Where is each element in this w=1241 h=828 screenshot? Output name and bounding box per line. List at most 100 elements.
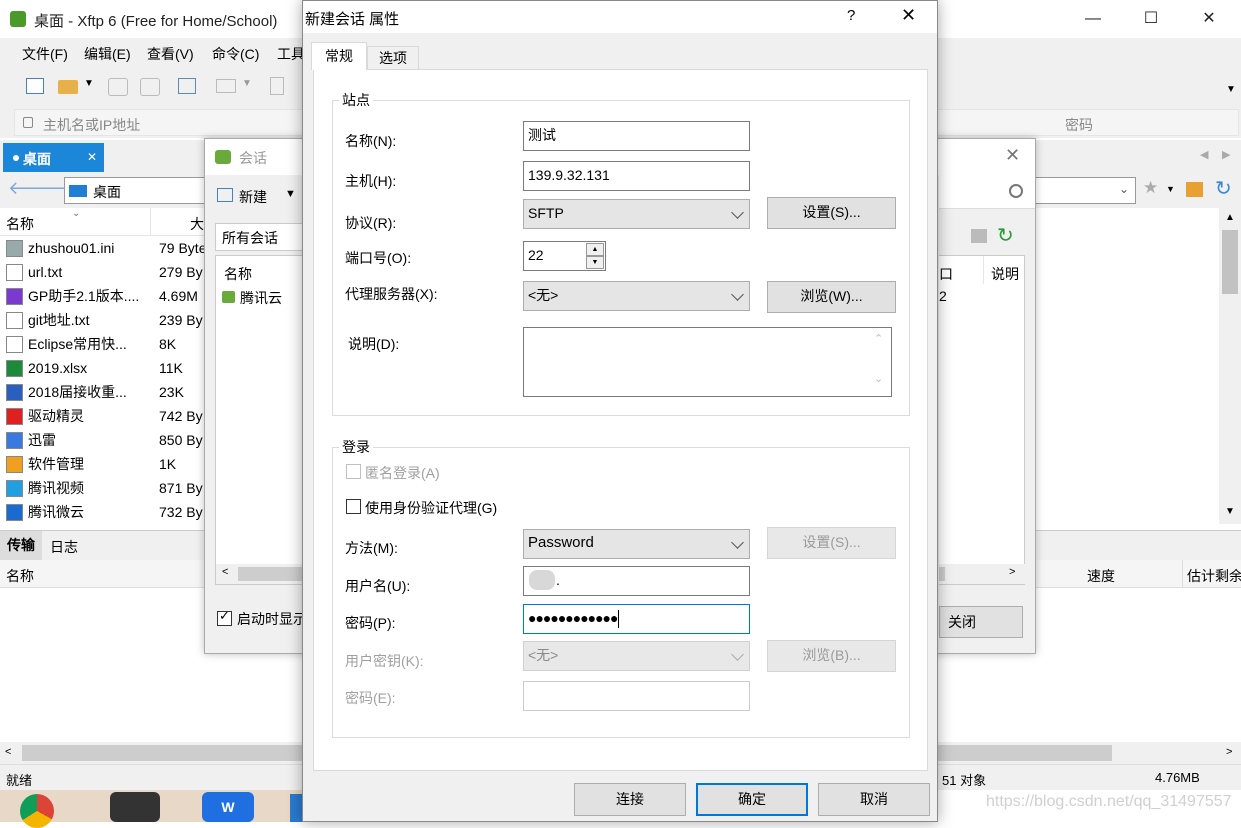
home-icon[interactable] — [1186, 182, 1203, 197]
user-key-select[interactable]: <无> — [523, 641, 750, 671]
open-dropdown-icon[interactable]: ▼ — [84, 78, 94, 89]
description-textarea[interactable]: ⌃ ⌄ — [523, 327, 892, 397]
session-settings-icon[interactable] — [178, 78, 196, 94]
help-button[interactable]: ? — [847, 7, 855, 24]
method-select[interactable]: Password — [523, 529, 750, 559]
maximize-button[interactable]: ☐ — [1128, 0, 1174, 37]
local-path-combo[interactable]: 桌面 — [64, 177, 209, 204]
tab-scroll-left-icon[interactable]: ◀ — [1200, 148, 1208, 161]
cancel-button[interactable]: 取消 — [818, 783, 930, 816]
key-browse-button[interactable]: 浏览(B)... — [767, 640, 896, 672]
method-setup-button[interactable]: 设置(S)... — [767, 527, 896, 559]
session-item[interactable]: 腾讯云 — [220, 286, 304, 310]
open-folder-icon[interactable] — [58, 80, 78, 94]
session-search-box[interactable] — [939, 175, 1035, 209]
transfer-dropdown-icon[interactable]: ▼ — [242, 78, 252, 89]
transfer-col-speed[interactable]: 速度 — [1087, 566, 1115, 586]
tab-general[interactable]: 常规 — [311, 42, 367, 70]
scroll-left-icon[interactable]: < — [222, 566, 228, 578]
connect-button[interactable]: 连接 — [574, 783, 686, 816]
file-size: 239 By — [159, 312, 203, 328]
col-size-header[interactable]: 大 — [190, 214, 204, 234]
detail-col-port[interactable]: 口 — [939, 264, 953, 284]
minimize-button[interactable]: — — [1070, 0, 1116, 37]
scroll-thumb[interactable] — [238, 567, 304, 581]
refresh-icon[interactable]: ↻ — [1215, 176, 1232, 201]
scroll-right-icon[interactable]: > — [1009, 566, 1015, 578]
host-field[interactable]: 139.9.32.131 — [523, 161, 750, 191]
col-divider[interactable] — [150, 208, 151, 236]
textarea-scroll-down-icon[interactable]: ⌄ — [874, 372, 883, 385]
bookmark-dropdown-icon[interactable]: ▼ — [1166, 184, 1175, 194]
ok-button[interactable]: 确定 — [696, 783, 808, 816]
new-session-icon[interactable] — [26, 78, 44, 94]
session-refresh-icon[interactable]: ↻ — [997, 223, 1014, 248]
scroll-right-icon[interactable]: > — [1226, 746, 1232, 758]
file-icon[interactable] — [270, 77, 284, 95]
username-field[interactable]: . — [523, 566, 750, 596]
properties-close-icon[interactable]: ✕ — [901, 5, 916, 26]
session-list-hscroll[interactable]: < — [216, 564, 304, 584]
wps-shortcut-icon[interactable]: W — [202, 792, 254, 822]
session-copy-icon[interactable] — [971, 229, 987, 243]
detail-col-desc[interactable]: 说明 — [991, 264, 1019, 284]
anonymous-checkbox[interactable] — [346, 464, 361, 479]
auth-agent-checkbox[interactable] — [346, 499, 361, 514]
tab-transfer[interactable]: 传输 — [0, 531, 42, 561]
col-divider[interactable] — [1182, 560, 1183, 588]
spin-up-icon[interactable]: ▲ — [586, 243, 604, 256]
tab-close-icon[interactable]: ✕ — [87, 150, 97, 164]
detail-port-value: 2 — [939, 288, 947, 304]
transfer-col-remaining[interactable]: 估计剩余 — [1187, 566, 1241, 586]
menu-command[interactable]: 命令(C) — [212, 44, 259, 64]
startup-checkbox[interactable]: ✓ 启动时显示 — [217, 608, 307, 629]
session-close-button[interactable]: 关闭 — [939, 606, 1023, 638]
search-icon[interactable] — [1009, 184, 1023, 198]
scroll-down-icon[interactable]: ▼ — [1225, 506, 1235, 517]
tab-desktop[interactable]: 桌面 ✕ — [3, 143, 104, 172]
scroll-thumb[interactable] — [939, 567, 945, 581]
password-field[interactable]: ●●●●●●●●●●●● — [523, 604, 750, 634]
spin-down-icon[interactable]: ▼ — [586, 256, 604, 269]
remote-pane-scrollbar[interactable]: ▲ ▼ — [1219, 208, 1241, 524]
tab-scroll-right-icon[interactable]: ▶ — [1222, 148, 1230, 161]
app-shortcut-icon[interactable] — [110, 792, 160, 822]
remote-path-combo[interactable]: ⌄ — [1030, 177, 1136, 204]
col-name-header[interactable]: 名称 — [6, 214, 34, 234]
remote-path-dropdown-icon[interactable]: ⌄ — [1119, 182, 1129, 196]
name-field[interactable]: 测试 — [523, 121, 750, 151]
scroll-left-icon[interactable]: < — [5, 746, 11, 758]
all-sessions-label[interactable]: 所有会话 — [222, 228, 278, 248]
scroll-thumb[interactable] — [1222, 230, 1238, 294]
session-close-icon[interactable]: ✕ — [1005, 145, 1020, 166]
session-col-name[interactable]: 名称 — [224, 264, 252, 284]
tab-options[interactable]: 选项 — [367, 46, 419, 70]
chrome-shortcut-icon[interactable] — [20, 794, 54, 828]
close-window-button[interactable]: ✕ — [1186, 0, 1232, 37]
menu-edit[interactable]: 编辑(E) — [84, 44, 131, 64]
passphrase-field[interactable] — [523, 681, 750, 711]
new-dropdown-icon[interactable]: ▼ — [285, 188, 296, 200]
transfer-icon[interactable] — [216, 79, 236, 93]
port-spinner[interactable]: ▲ ▼ — [586, 243, 604, 269]
col-divider[interactable] — [983, 256, 984, 284]
file-size: 1K — [159, 456, 177, 472]
menu-file[interactable]: 文件(F) — [22, 44, 68, 64]
connect-icon[interactable] — [108, 78, 128, 96]
scroll-up-icon[interactable]: ▲ — [1225, 212, 1235, 223]
session-folder-icon — [222, 291, 235, 303]
protocol-setup-button[interactable]: 设置(S)... — [767, 197, 896, 229]
toolbar-overflow-icon[interactable]: ▼ — [1226, 84, 1236, 95]
disconnect-icon[interactable] — [140, 78, 160, 96]
proxy-browse-button[interactable]: 浏览(W)... — [767, 281, 896, 313]
transfer-col-name[interactable]: 名称 — [6, 566, 34, 586]
detail-list-hscroll[interactable]: > — [939, 564, 1025, 584]
textarea-scroll-up-icon[interactable]: ⌃ — [874, 332, 883, 345]
tab-log[interactable]: 日志 — [50, 537, 78, 557]
proxy-select[interactable]: <无> — [523, 281, 750, 311]
menu-tools[interactable]: 工具 — [277, 44, 305, 64]
protocol-select[interactable]: SFTP — [523, 199, 750, 229]
session-new-button[interactable]: 新建 ▼ — [215, 183, 300, 209]
menu-view[interactable]: 查看(V) — [147, 44, 194, 64]
bookmark-star-icon[interactable]: ★ — [1143, 178, 1158, 198]
